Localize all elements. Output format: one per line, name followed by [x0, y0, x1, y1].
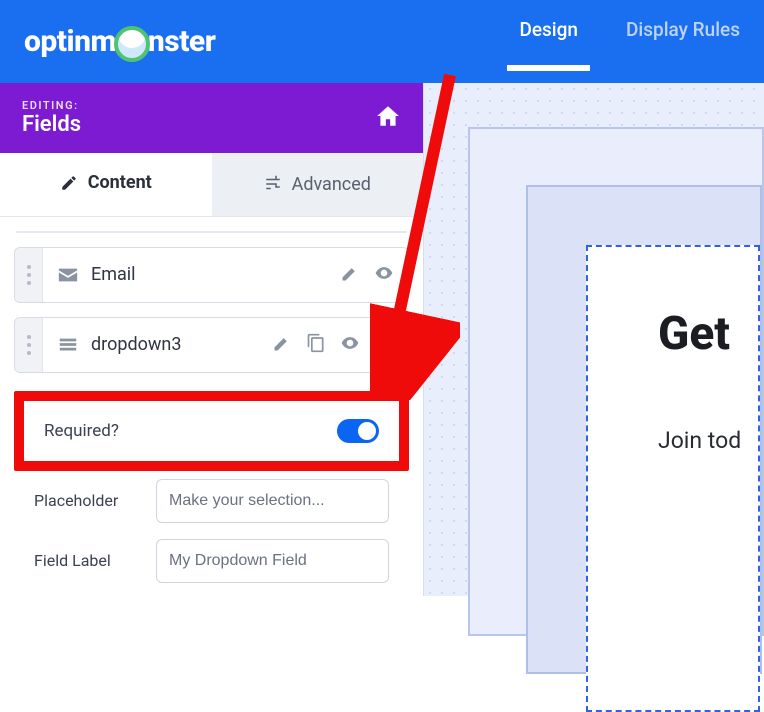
- tab-content[interactable]: Content: [0, 153, 212, 215]
- required-row: Required?: [24, 401, 399, 461]
- brand-text-left: optinm: [24, 24, 116, 59]
- design-canvas[interactable]: Get Join tod: [424, 83, 764, 596]
- top-bar: optinm nster Design Display Rules: [0, 0, 764, 83]
- mascot-icon: [114, 26, 150, 62]
- campaign-subline[interactable]: Join tod: [658, 427, 758, 454]
- fields-scroll: Email dropdown3: [0, 217, 423, 596]
- tab-content-label: Content: [88, 172, 152, 193]
- nav-design[interactable]: Design: [519, 18, 578, 65]
- home-icon[interactable]: [375, 103, 401, 133]
- visibility-icon[interactable]: [340, 333, 360, 357]
- editing-header: EDITING: Fields: [0, 83, 423, 153]
- delete-icon[interactable]: [374, 333, 394, 357]
- copy-icon[interactable]: [306, 333, 326, 357]
- fieldlabel-label: Field Label: [34, 551, 140, 570]
- required-toggle[interactable]: [337, 419, 379, 443]
- top-nav: Design Display Rules: [519, 18, 740, 65]
- brand-text-right: nster: [148, 24, 215, 59]
- nav-display-rules[interactable]: Display Rules: [626, 18, 740, 65]
- visibility-icon[interactable]: [374, 263, 394, 287]
- placeholder-input[interactable]: [156, 479, 389, 523]
- field-card-dropdown[interactable]: dropdown3: [14, 317, 409, 373]
- sidebar-tabs: Content Advanced: [0, 153, 423, 216]
- tab-advanced-label: Advanced: [292, 174, 371, 195]
- fieldlabel-row: Field Label: [14, 531, 409, 591]
- edit-icon[interactable]: [272, 333, 292, 357]
- placeholder-label: Placeholder: [34, 491, 140, 510]
- drag-handle-icon[interactable]: [15, 318, 43, 372]
- required-highlight: Required?: [14, 391, 409, 471]
- canvas-panel-mid: Get Join tod: [526, 185, 762, 674]
- required-label: Required?: [44, 421, 119, 441]
- field-card-email[interactable]: Email: [14, 247, 409, 303]
- placeholder-row: Placeholder: [14, 471, 409, 531]
- canvas-panel-outer: Get Join tod: [468, 127, 764, 636]
- canvas-panel-inner[interactable]: Get Join tod: [586, 245, 760, 712]
- drag-handle-icon[interactable]: [15, 248, 43, 302]
- edit-icon[interactable]: [340, 263, 360, 287]
- campaign-headline[interactable]: Get: [658, 307, 758, 361]
- editing-label: EDITING:: [22, 99, 81, 112]
- envelope-icon: [57, 264, 79, 286]
- fieldlabel-input[interactable]: [156, 539, 389, 583]
- field-title: Email: [91, 264, 340, 285]
- editing-value: Fields: [22, 112, 81, 137]
- field-title: dropdown3: [91, 334, 272, 355]
- brand-logo: optinm nster: [24, 24, 215, 60]
- editor-sidebar: EDITING: Fields Content Advanced: [0, 83, 424, 596]
- list-icon: [57, 334, 79, 356]
- tab-advanced[interactable]: Advanced: [212, 153, 424, 215]
